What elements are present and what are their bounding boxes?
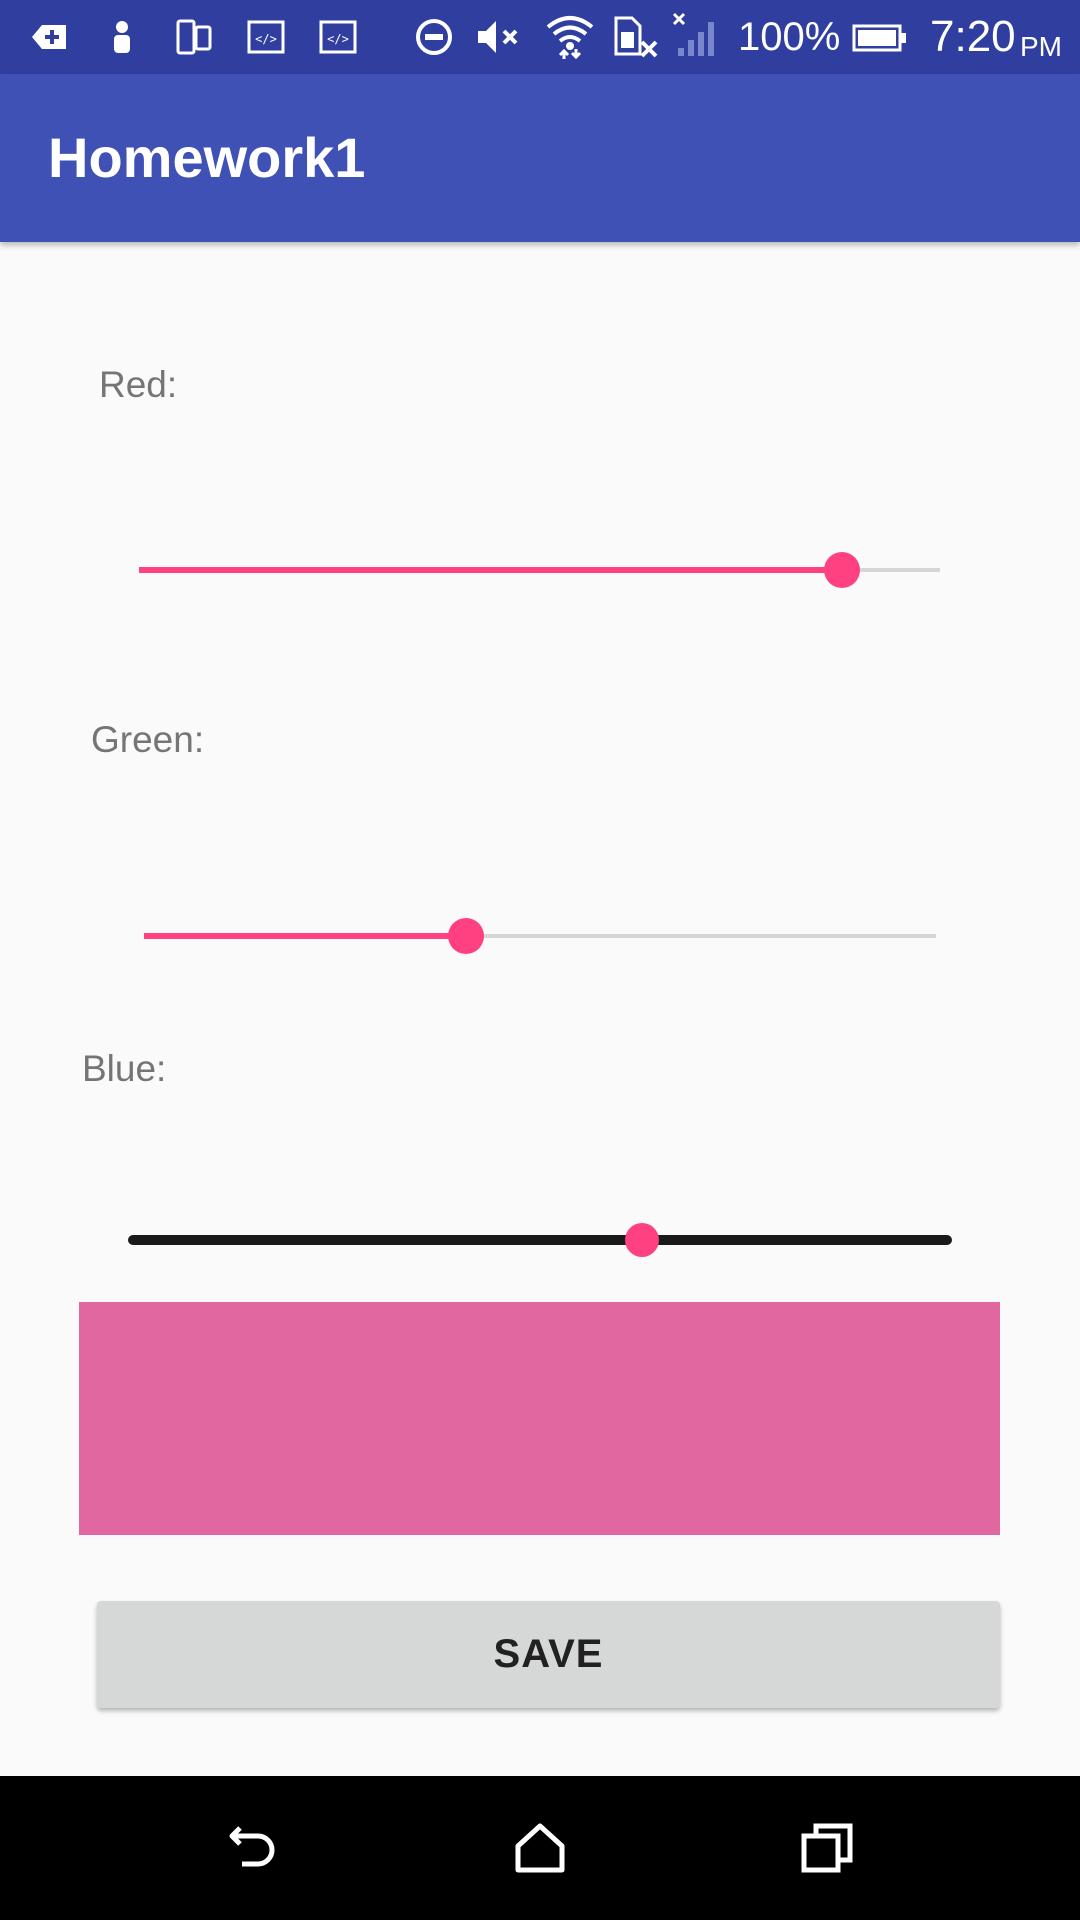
battery-percent: 100% [738,15,841,59]
blue-slider[interactable] [128,1220,952,1260]
notification-add-icon [32,25,66,49]
app-title: Homework1 [48,126,366,189]
device-icon [176,19,212,55]
app-bar: Homework1 [0,74,1080,242]
blue-slider-thumb[interactable] [625,1223,660,1257]
red-slider-thumb[interactable] [824,552,861,588]
green-slider[interactable] [144,916,936,956]
green-slider-fill [144,933,467,939]
home-icon[interactable] [510,1818,570,1878]
red-label: Red: [99,364,178,405]
recents-icon[interactable] [798,1818,858,1878]
navigation-bar [0,1776,1080,1920]
svg-text:</>: </> [255,32,277,46]
wifi-icon [546,16,594,60]
do-not-disturb-icon [416,19,452,55]
code-icon: </> [247,20,285,54]
color-preview [79,1302,1000,1535]
cell-signal-off-icon [672,12,714,56]
sim-card-off-icon [614,16,658,58]
clock-ampm: PM [1020,31,1062,62]
red-slider[interactable] [139,550,940,590]
clock-time: 7:20 [930,12,1016,61]
person-icon [114,21,130,53]
code-icon: </> [319,20,357,54]
battery-icon [852,24,906,52]
volume-muted-icon [478,21,518,53]
blue-label: Blue: [82,1048,167,1089]
red-slider-fill [139,567,843,573]
save-button[interactable]: SAVE [97,1601,1000,1708]
blue-slider-track [128,1235,952,1245]
green-slider-thumb[interactable] [448,918,485,954]
svg-text:</>: </> [327,32,349,46]
status-bar: </> </> 100% 7:20 PM [0,0,1080,74]
green-label: Green: [91,719,205,760]
back-icon[interactable] [224,1818,284,1878]
